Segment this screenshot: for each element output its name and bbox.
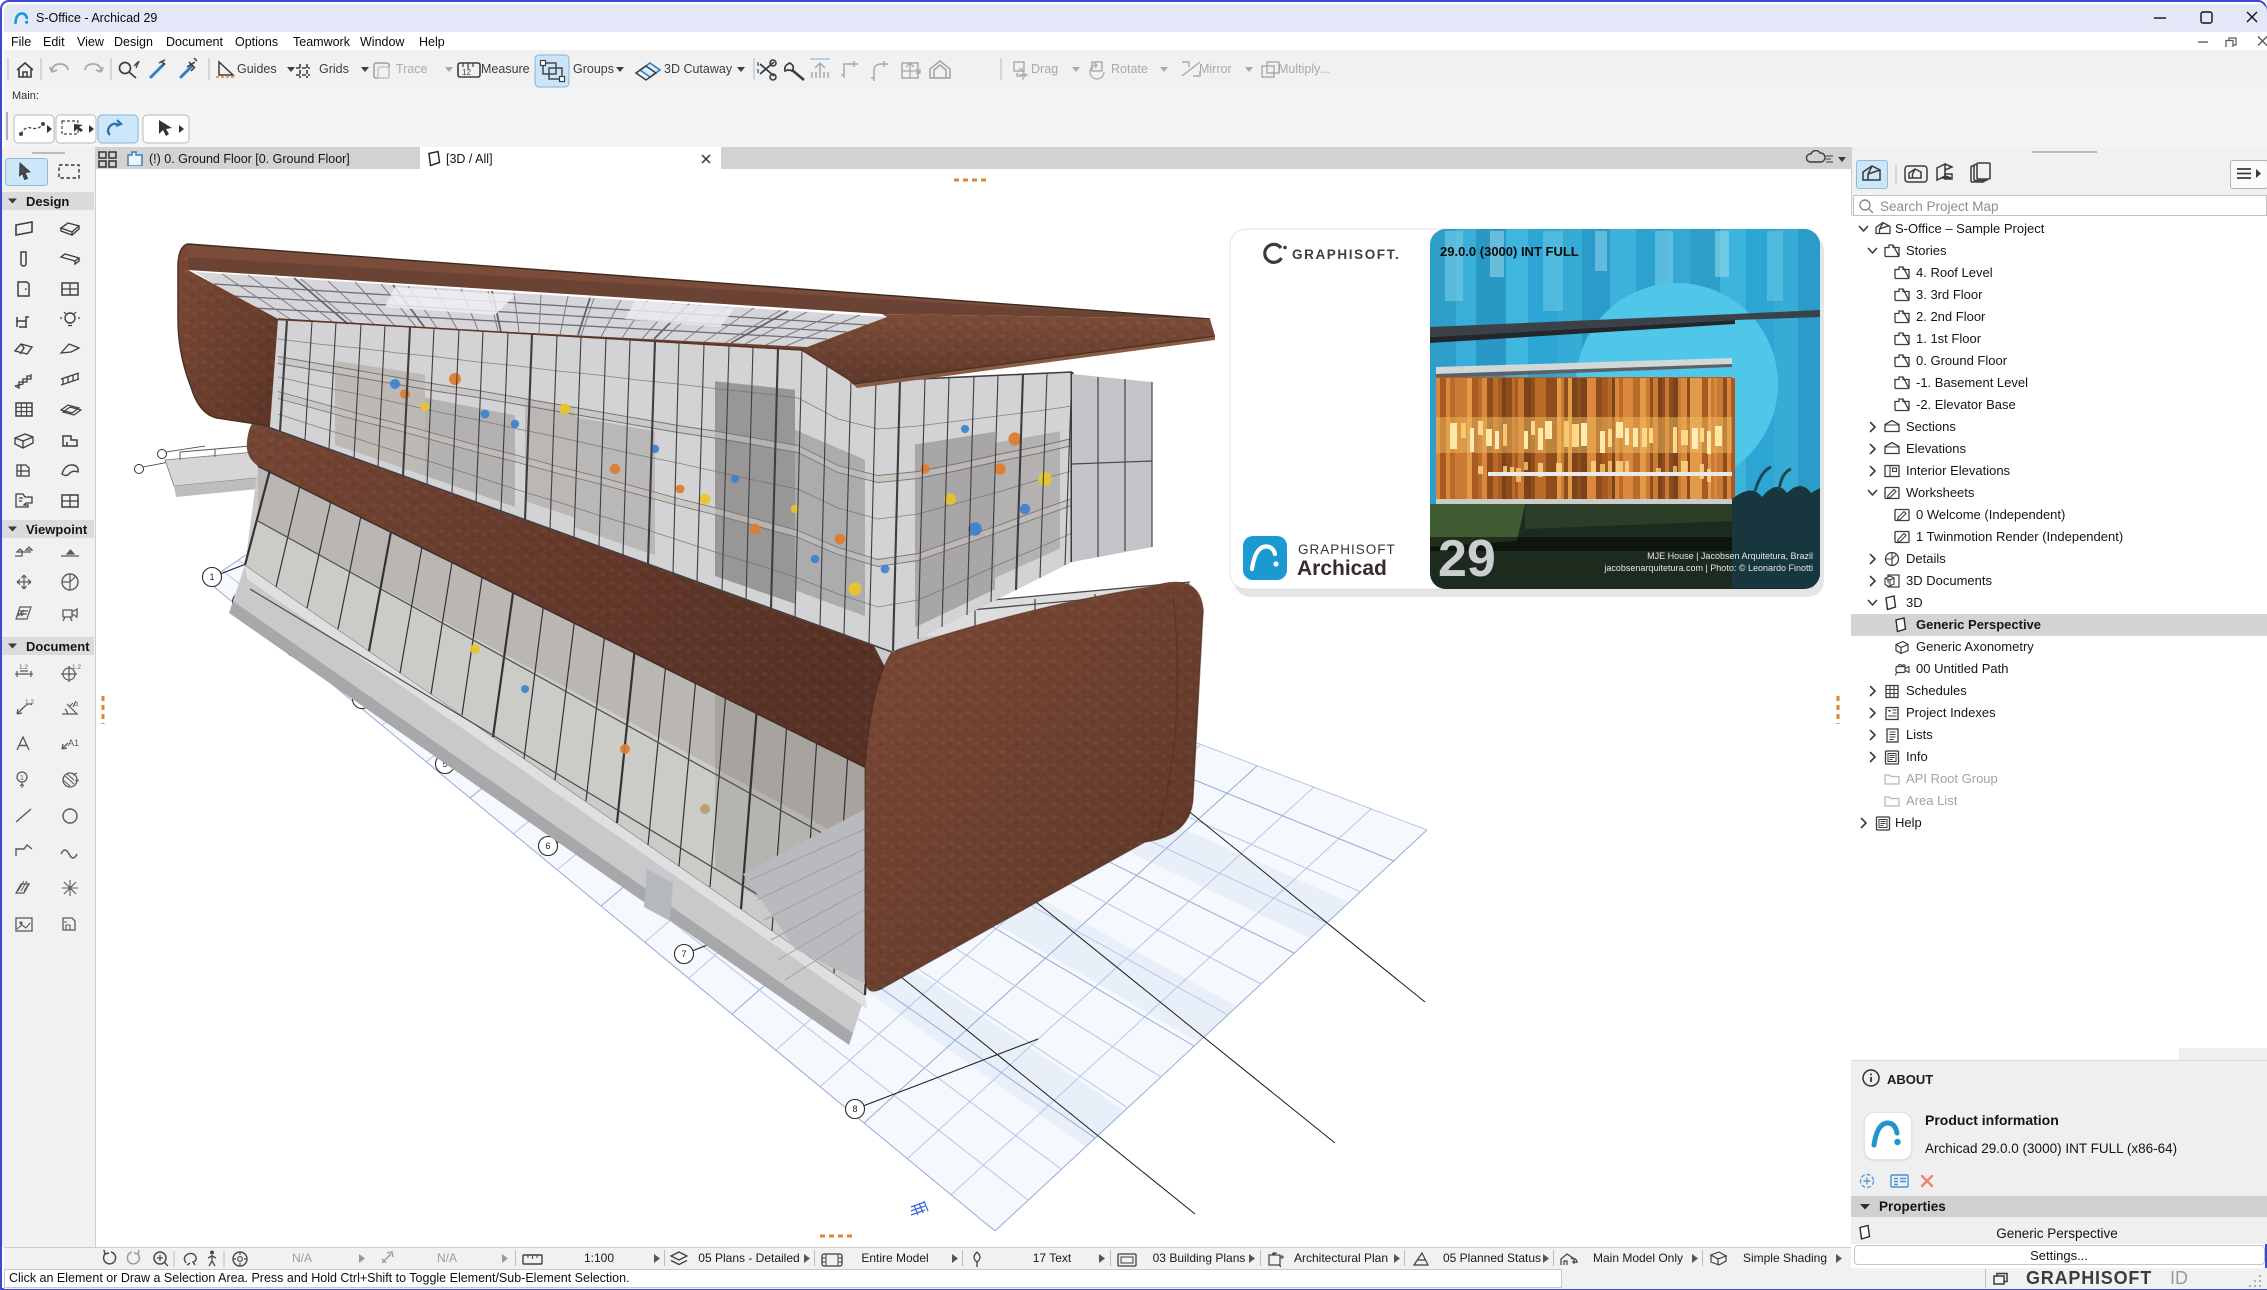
svg-text:7: 7 [681, 949, 686, 959]
svg-text:A1: A1 [68, 738, 79, 748]
svg-text:12: 12 [462, 68, 471, 77]
svg-text:1: 1 [209, 572, 214, 582]
svg-text:1.2: 1.2 [72, 664, 81, 671]
svg-text:29.0.0 (3000) INT FULL: 29.0.0 (3000) INT FULL [1440, 244, 1579, 259]
svg-text:29: 29 [1438, 530, 1496, 588]
svg-text:GRAPHISOFT.: GRAPHISOFT. [1292, 247, 1400, 262]
svg-text:Archicad: Archicad [1297, 557, 1387, 580]
svg-text:α: α [74, 701, 78, 708]
svg-text:jacobsenarquitetura.com | Phot: jacobsenarquitetura.com | Photo: © Leona… [1603, 563, 1813, 573]
svg-text:1.2: 1.2 [19, 664, 28, 671]
svg-text:GRAPHISOFT: GRAPHISOFT [1298, 542, 1396, 557]
svg-text:6: 6 [545, 841, 550, 851]
svg-text:1: 1 [20, 775, 24, 782]
svg-text:1.2: 1.2 [25, 699, 34, 706]
svg-text:MJE House | Jacobsen Arquitetu: MJE House | Jacobsen Arquitetura, Brazil [1647, 551, 1813, 561]
svg-text:8: 8 [852, 1104, 857, 1114]
